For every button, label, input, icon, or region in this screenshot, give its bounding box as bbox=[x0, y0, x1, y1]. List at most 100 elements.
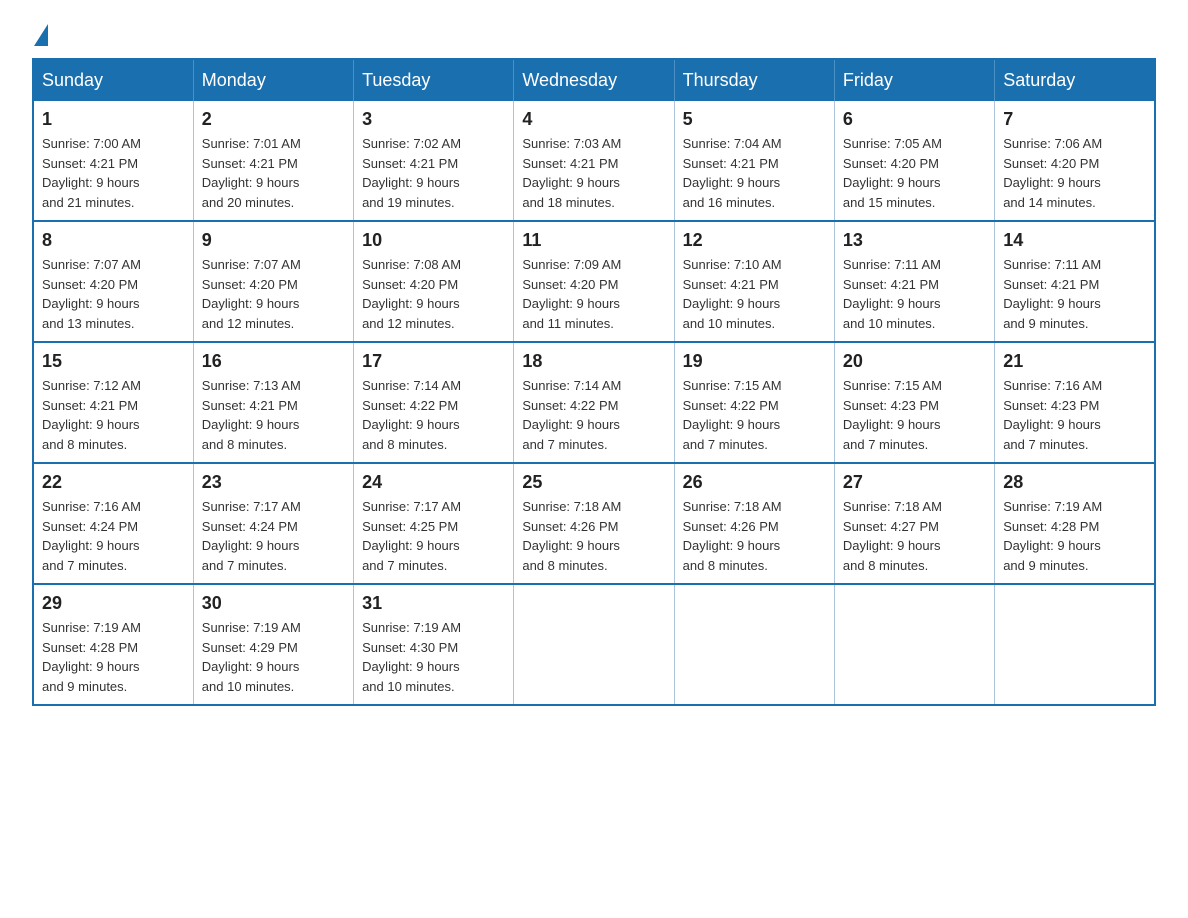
header-wednesday: Wednesday bbox=[514, 59, 674, 101]
calendar-cell: 3 Sunrise: 7:02 AMSunset: 4:21 PMDayligh… bbox=[354, 101, 514, 221]
day-info: Sunrise: 7:19 AMSunset: 4:28 PMDaylight:… bbox=[1003, 497, 1146, 575]
calendar-cell: 13 Sunrise: 7:11 AMSunset: 4:21 PMDaylig… bbox=[834, 221, 994, 342]
day-info: Sunrise: 7:18 AMSunset: 4:27 PMDaylight:… bbox=[843, 497, 986, 575]
calendar-cell: 16 Sunrise: 7:13 AMSunset: 4:21 PMDaylig… bbox=[193, 342, 353, 463]
day-number: 29 bbox=[42, 593, 185, 614]
calendar-cell: 20 Sunrise: 7:15 AMSunset: 4:23 PMDaylig… bbox=[834, 342, 994, 463]
calendar-cell: 26 Sunrise: 7:18 AMSunset: 4:26 PMDaylig… bbox=[674, 463, 834, 584]
day-info: Sunrise: 7:17 AMSunset: 4:24 PMDaylight:… bbox=[202, 497, 345, 575]
day-info: Sunrise: 7:16 AMSunset: 4:23 PMDaylight:… bbox=[1003, 376, 1146, 454]
day-number: 14 bbox=[1003, 230, 1146, 251]
calendar-cell: 10 Sunrise: 7:08 AMSunset: 4:20 PMDaylig… bbox=[354, 221, 514, 342]
day-number: 27 bbox=[843, 472, 986, 493]
day-info: Sunrise: 7:00 AMSunset: 4:21 PMDaylight:… bbox=[42, 134, 185, 212]
calendar-cell: 27 Sunrise: 7:18 AMSunset: 4:27 PMDaylig… bbox=[834, 463, 994, 584]
header-friday: Friday bbox=[834, 59, 994, 101]
day-number: 18 bbox=[522, 351, 665, 372]
day-number: 7 bbox=[1003, 109, 1146, 130]
day-number: 20 bbox=[843, 351, 986, 372]
logo-triangle-icon bbox=[34, 24, 48, 46]
calendar-cell: 7 Sunrise: 7:06 AMSunset: 4:20 PMDayligh… bbox=[995, 101, 1155, 221]
calendar-row-0: 1 Sunrise: 7:00 AMSunset: 4:21 PMDayligh… bbox=[33, 101, 1155, 221]
day-info: Sunrise: 7:11 AMSunset: 4:21 PMDaylight:… bbox=[843, 255, 986, 333]
day-info: Sunrise: 7:05 AMSunset: 4:20 PMDaylight:… bbox=[843, 134, 986, 212]
logo bbox=[32, 24, 48, 38]
day-number: 22 bbox=[42, 472, 185, 493]
calendar-cell: 1 Sunrise: 7:00 AMSunset: 4:21 PMDayligh… bbox=[33, 101, 193, 221]
day-number: 5 bbox=[683, 109, 826, 130]
calendar-cell bbox=[834, 584, 994, 705]
calendar-cell: 17 Sunrise: 7:14 AMSunset: 4:22 PMDaylig… bbox=[354, 342, 514, 463]
calendar-cell: 19 Sunrise: 7:15 AMSunset: 4:22 PMDaylig… bbox=[674, 342, 834, 463]
day-number: 11 bbox=[522, 230, 665, 251]
calendar-cell bbox=[514, 584, 674, 705]
day-info: Sunrise: 7:08 AMSunset: 4:20 PMDaylight:… bbox=[362, 255, 505, 333]
day-number: 13 bbox=[843, 230, 986, 251]
day-number: 2 bbox=[202, 109, 345, 130]
day-info: Sunrise: 7:13 AMSunset: 4:21 PMDaylight:… bbox=[202, 376, 345, 454]
header-thursday: Thursday bbox=[674, 59, 834, 101]
calendar-cell: 21 Sunrise: 7:16 AMSunset: 4:23 PMDaylig… bbox=[995, 342, 1155, 463]
day-info: Sunrise: 7:18 AMSunset: 4:26 PMDaylight:… bbox=[683, 497, 826, 575]
day-number: 1 bbox=[42, 109, 185, 130]
calendar-cell: 28 Sunrise: 7:19 AMSunset: 4:28 PMDaylig… bbox=[995, 463, 1155, 584]
day-info: Sunrise: 7:19 AMSunset: 4:28 PMDaylight:… bbox=[42, 618, 185, 696]
day-number: 31 bbox=[362, 593, 505, 614]
calendar-row-4: 29 Sunrise: 7:19 AMSunset: 4:28 PMDaylig… bbox=[33, 584, 1155, 705]
day-number: 24 bbox=[362, 472, 505, 493]
day-info: Sunrise: 7:14 AMSunset: 4:22 PMDaylight:… bbox=[362, 376, 505, 454]
calendar-table: SundayMondayTuesdayWednesdayThursdayFrid… bbox=[32, 58, 1156, 706]
day-info: Sunrise: 7:02 AMSunset: 4:21 PMDaylight:… bbox=[362, 134, 505, 212]
day-info: Sunrise: 7:15 AMSunset: 4:22 PMDaylight:… bbox=[683, 376, 826, 454]
day-info: Sunrise: 7:12 AMSunset: 4:21 PMDaylight:… bbox=[42, 376, 185, 454]
calendar-cell: 8 Sunrise: 7:07 AMSunset: 4:20 PMDayligh… bbox=[33, 221, 193, 342]
calendar-cell: 30 Sunrise: 7:19 AMSunset: 4:29 PMDaylig… bbox=[193, 584, 353, 705]
header-tuesday: Tuesday bbox=[354, 59, 514, 101]
calendar-cell: 14 Sunrise: 7:11 AMSunset: 4:21 PMDaylig… bbox=[995, 221, 1155, 342]
calendar-cell: 6 Sunrise: 7:05 AMSunset: 4:20 PMDayligh… bbox=[834, 101, 994, 221]
day-info: Sunrise: 7:14 AMSunset: 4:22 PMDaylight:… bbox=[522, 376, 665, 454]
day-number: 23 bbox=[202, 472, 345, 493]
day-number: 15 bbox=[42, 351, 185, 372]
day-number: 19 bbox=[683, 351, 826, 372]
calendar-cell bbox=[995, 584, 1155, 705]
day-number: 9 bbox=[202, 230, 345, 251]
day-number: 21 bbox=[1003, 351, 1146, 372]
calendar-cell: 15 Sunrise: 7:12 AMSunset: 4:21 PMDaylig… bbox=[33, 342, 193, 463]
calendar-cell: 9 Sunrise: 7:07 AMSunset: 4:20 PMDayligh… bbox=[193, 221, 353, 342]
day-number: 30 bbox=[202, 593, 345, 614]
day-info: Sunrise: 7:10 AMSunset: 4:21 PMDaylight:… bbox=[683, 255, 826, 333]
calendar-cell: 24 Sunrise: 7:17 AMSunset: 4:25 PMDaylig… bbox=[354, 463, 514, 584]
calendar-row-2: 15 Sunrise: 7:12 AMSunset: 4:21 PMDaylig… bbox=[33, 342, 1155, 463]
calendar-row-1: 8 Sunrise: 7:07 AMSunset: 4:20 PMDayligh… bbox=[33, 221, 1155, 342]
day-number: 6 bbox=[843, 109, 986, 130]
day-number: 16 bbox=[202, 351, 345, 372]
header bbox=[32, 24, 1156, 38]
day-info: Sunrise: 7:19 AMSunset: 4:29 PMDaylight:… bbox=[202, 618, 345, 696]
day-number: 10 bbox=[362, 230, 505, 251]
day-info: Sunrise: 7:17 AMSunset: 4:25 PMDaylight:… bbox=[362, 497, 505, 575]
day-number: 12 bbox=[683, 230, 826, 251]
calendar-cell: 29 Sunrise: 7:19 AMSunset: 4:28 PMDaylig… bbox=[33, 584, 193, 705]
day-number: 17 bbox=[362, 351, 505, 372]
calendar-cell: 12 Sunrise: 7:10 AMSunset: 4:21 PMDaylig… bbox=[674, 221, 834, 342]
calendar-cell: 23 Sunrise: 7:17 AMSunset: 4:24 PMDaylig… bbox=[193, 463, 353, 584]
day-info: Sunrise: 7:11 AMSunset: 4:21 PMDaylight:… bbox=[1003, 255, 1146, 333]
day-info: Sunrise: 7:19 AMSunset: 4:30 PMDaylight:… bbox=[362, 618, 505, 696]
day-number: 3 bbox=[362, 109, 505, 130]
calendar-cell: 22 Sunrise: 7:16 AMSunset: 4:24 PMDaylig… bbox=[33, 463, 193, 584]
day-number: 26 bbox=[683, 472, 826, 493]
day-info: Sunrise: 7:16 AMSunset: 4:24 PMDaylight:… bbox=[42, 497, 185, 575]
day-number: 8 bbox=[42, 230, 185, 251]
calendar-cell: 5 Sunrise: 7:04 AMSunset: 4:21 PMDayligh… bbox=[674, 101, 834, 221]
calendar-cell: 2 Sunrise: 7:01 AMSunset: 4:21 PMDayligh… bbox=[193, 101, 353, 221]
header-sunday: Sunday bbox=[33, 59, 193, 101]
day-info: Sunrise: 7:04 AMSunset: 4:21 PMDaylight:… bbox=[683, 134, 826, 212]
calendar-cell: 31 Sunrise: 7:19 AMSunset: 4:30 PMDaylig… bbox=[354, 584, 514, 705]
calendar-row-3: 22 Sunrise: 7:16 AMSunset: 4:24 PMDaylig… bbox=[33, 463, 1155, 584]
calendar-cell: 18 Sunrise: 7:14 AMSunset: 4:22 PMDaylig… bbox=[514, 342, 674, 463]
day-info: Sunrise: 7:18 AMSunset: 4:26 PMDaylight:… bbox=[522, 497, 665, 575]
calendar-cell: 25 Sunrise: 7:18 AMSunset: 4:26 PMDaylig… bbox=[514, 463, 674, 584]
day-number: 28 bbox=[1003, 472, 1146, 493]
header-saturday: Saturday bbox=[995, 59, 1155, 101]
